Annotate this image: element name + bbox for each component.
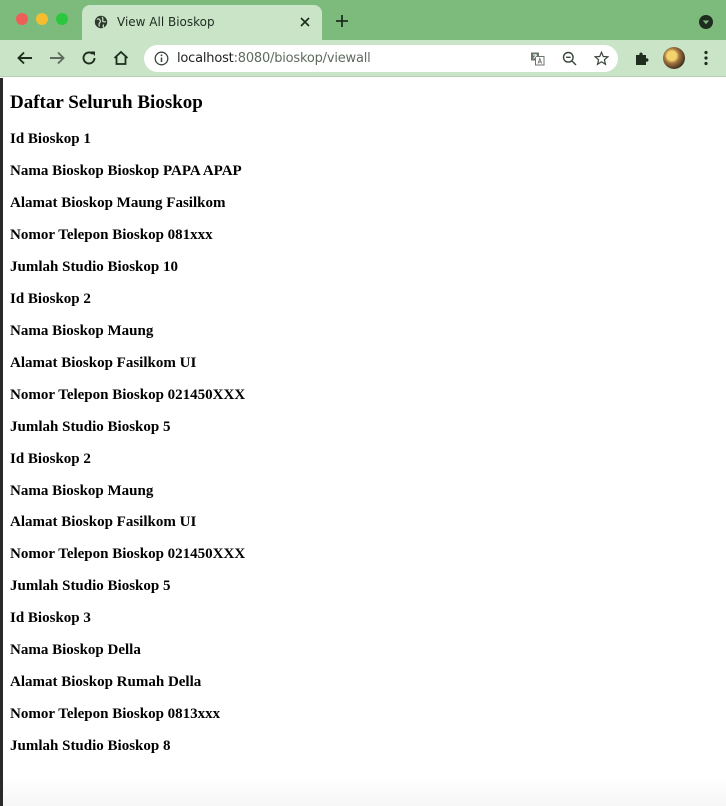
bioskop-alamat: Alamat Bioskop Rumah Della (10, 674, 202, 690)
zoom-out-icon[interactable] (562, 51, 577, 66)
tab-view-all-bioskop[interactable]: View All Bioskop (82, 5, 322, 40)
bioskop-alamat: Alamat Bioskop Fasilkom UI (10, 514, 197, 530)
bioskop-id: Id Bioskop 1 (10, 131, 91, 147)
tab-strip: View All Bioskop (0, 0, 726, 40)
bioskop-studio: Jumlah Studio Bioskop 8 (10, 738, 171, 754)
page-bottom-shade (3, 776, 726, 806)
tab-title: View All Bioskop (117, 15, 215, 29)
close-window-button[interactable] (16, 13, 28, 25)
bioskop-id: Id Bioskop 3 (10, 610, 91, 626)
new-tab-icon[interactable] (335, 14, 349, 28)
home-icon[interactable] (112, 49, 130, 67)
minimize-window-button[interactable] (36, 13, 48, 25)
reload-icon[interactable] (80, 49, 98, 67)
bioskop-alamat: Alamat Bioskop Maung Fasilkom (10, 195, 226, 211)
info-icon[interactable] (154, 51, 169, 66)
bioskop-id: Id Bioskop 2 (10, 291, 91, 307)
extensions-puzzle-icon[interactable] (634, 50, 650, 66)
bioskop-telepon: Nomor Telepon Bioskop 021450XXX (10, 546, 246, 562)
bioskop-studio: Jumlah Studio Bioskop 5 (10, 578, 171, 594)
bioskop-id: Id Bioskop 2 (10, 451, 91, 467)
bioskop-telepon: Nomor Telepon Bioskop 0813xxx (10, 706, 221, 722)
bioskop-nama: Nama Bioskop Bioskop PAPA APAP (10, 163, 242, 179)
tab-search-icon[interactable] (698, 14, 714, 30)
bioskop-alamat: Alamat Bioskop Fasilkom UI (10, 355, 197, 371)
back-arrow-icon[interactable] (16, 49, 34, 67)
forward-arrow-icon[interactable] (48, 49, 66, 67)
page-content: Daftar Seluruh Bioskop Id Bioskop 1 Nama… (0, 78, 726, 806)
close-tab-icon[interactable] (298, 15, 312, 29)
browser-toolbar: localhost:8080/bioskop/viewall (0, 40, 726, 77)
bioskop-nama: Nama Bioskop Maung (10, 483, 154, 499)
browser-window: View All Bioskop localhost:8080/bioskop/… (0, 0, 726, 806)
address-bar[interactable]: localhost:8080/bioskop/viewall (144, 45, 618, 72)
bioskop-studio: Jumlah Studio Bioskop 10 (10, 259, 178, 275)
globe-icon (94, 15, 108, 29)
more-options-icon[interactable] (700, 50, 712, 66)
bookmark-star-icon[interactable] (594, 51, 609, 66)
page-title: Daftar Seluruh Bioskop (10, 92, 203, 113)
url-text[interactable]: localhost:8080/bioskop/viewall (177, 51, 371, 66)
bioskop-telepon: Nomor Telepon Bioskop 081xxx (10, 227, 213, 243)
bioskop-telepon: Nomor Telepon Bioskop 021450XXX (10, 387, 246, 403)
profile-avatar[interactable] (663, 47, 685, 69)
maximize-window-button[interactable] (56, 13, 68, 25)
bioskop-studio: Jumlah Studio Bioskop 5 (10, 419, 171, 435)
bioskop-nama: Nama Bioskop Maung (10, 323, 154, 339)
translate-icon[interactable] (530, 51, 545, 66)
bioskop-nama: Nama Bioskop Della (10, 642, 141, 658)
